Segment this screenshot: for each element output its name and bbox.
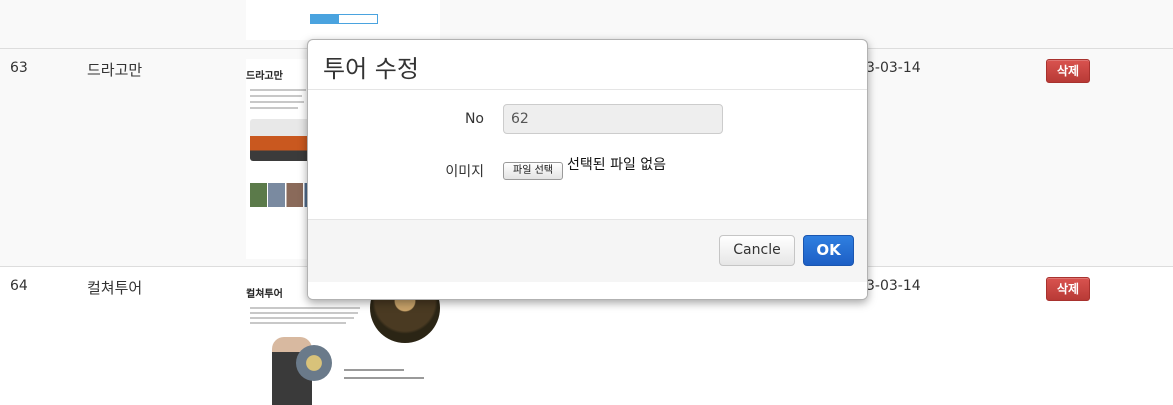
file-select-button[interactable]: 파일 선택 xyxy=(503,162,563,180)
thumbnail-title: 컬쳐투어 xyxy=(246,289,283,300)
thumbnail-title: 드라고만 xyxy=(246,71,283,82)
thumbnail-tab xyxy=(338,14,378,24)
ok-button[interactable]: OK xyxy=(803,235,854,266)
thumbnail-tab xyxy=(310,14,338,24)
modal-footer: Cancle OK xyxy=(308,219,867,299)
no-label: No xyxy=(464,111,484,127)
row-number: 63 xyxy=(10,60,28,76)
edit-tour-modal: 투어 수정 No 62 이미지 파일 선택 선택된 파일 없음 Cancle O… xyxy=(307,39,868,300)
tour-name: 컬쳐투어 xyxy=(87,279,143,297)
row-number: 64 xyxy=(10,278,28,294)
image-label: 이미지 xyxy=(445,164,484,180)
tour-name: 드라고만 xyxy=(87,61,143,79)
no-input[interactable]: 62 xyxy=(503,104,723,134)
plate-image xyxy=(296,345,332,381)
modal-title: 투어 수정 xyxy=(323,55,419,83)
file-status-text: 선택된 파일 없음 xyxy=(567,157,667,173)
delete-button[interactable]: 삭제 xyxy=(1046,277,1090,301)
tour-date: 3-03-14 xyxy=(866,60,921,76)
tour-date: 3-03-14 xyxy=(866,278,921,294)
tour-thumbnail xyxy=(246,0,440,40)
delete-button[interactable]: 삭제 xyxy=(1046,59,1090,83)
tour-photo xyxy=(250,119,312,161)
modal-header: 투어 수정 xyxy=(308,40,867,90)
modal-body: No 62 이미지 파일 선택 선택된 파일 없음 xyxy=(308,90,867,219)
cancel-button[interactable]: Cancle xyxy=(719,235,795,266)
